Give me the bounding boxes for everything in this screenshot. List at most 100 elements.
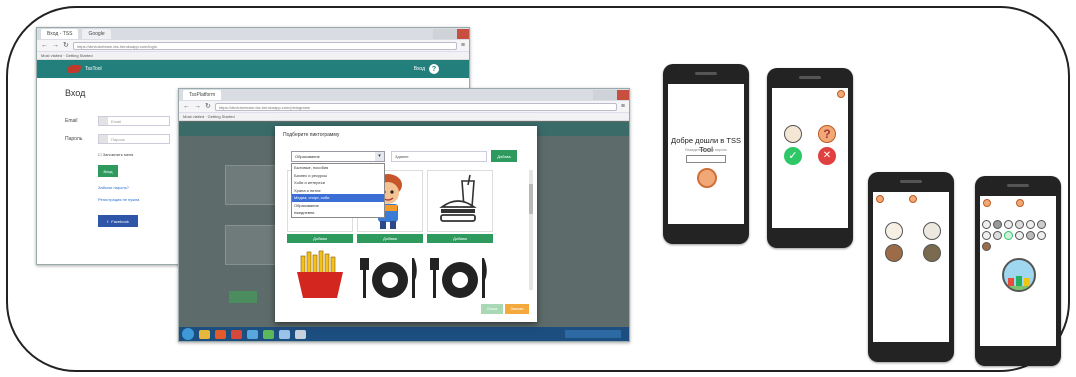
forgot-password-link[interactable]: Забыли пароль? (98, 185, 170, 191)
forward-arrow-icon[interactable]: → (52, 42, 59, 50)
chevron-down-icon[interactable]: ▾ (375, 152, 384, 161)
pictogram-card-food[interactable] (427, 170, 493, 232)
password-row: Пароль Пароль (65, 134, 170, 144)
minimize-icon[interactable] (593, 90, 605, 100)
background-button (229, 291, 257, 303)
dropdown-option[interactable]: Храна и питие (292, 187, 384, 195)
dropdown-option[interactable]: Бытовые, пособия (292, 164, 384, 172)
phone-speaker (1007, 184, 1029, 187)
phone-speaker (799, 76, 821, 79)
category-select[interactable]: Образование ▾ (291, 151, 385, 162)
phone-screen: ? ✓ ✕ (772, 88, 848, 228)
tab-google[interactable]: Google (82, 29, 111, 39)
tab-platform[interactable]: TssPlatform (183, 90, 222, 100)
windows-taskbar (179, 327, 629, 341)
email-label: Email (65, 118, 78, 124)
bookmarks-bar-2: Most visited · Getting Started (179, 113, 629, 121)
start-icon[interactable] (182, 328, 194, 340)
back-arrow-icon[interactable]: ← (183, 103, 190, 111)
app-icon[interactable] (295, 329, 306, 339)
search-input[interactable]: Здание (391, 151, 487, 162)
register-link[interactable]: Регистрация не нужна (98, 197, 170, 203)
back-icon[interactable] (876, 195, 884, 203)
password-label: Пароль (65, 136, 83, 142)
phone-answer: ? ✓ ✕ (767, 68, 853, 248)
password-field[interactable]: Пароль (98, 134, 170, 144)
email-row: Email Email (65, 116, 170, 126)
dropdown-option[interactable]: Образование (292, 202, 384, 210)
dropdown-option-selected[interactable]: Медиа, спорт, хоби (292, 194, 384, 202)
settings-icon[interactable] (837, 90, 845, 98)
forward-arrow-icon[interactable]: → (194, 103, 201, 111)
login-circle-button[interactable] (697, 168, 717, 188)
dropdown-option[interactable]: Хоби и интереси (292, 179, 384, 187)
reload-icon[interactable]: ↻ (205, 103, 211, 111)
pictogram-icon[interactable] (923, 244, 941, 262)
minimize-icon[interactable] (433, 29, 445, 39)
back-icon[interactable] (983, 199, 991, 207)
close-icon[interactable] (617, 90, 629, 100)
window-controls (433, 29, 469, 39)
password-input[interactable] (686, 155, 726, 163)
address-bar-2: ← → ↻ https://devtutorteam-tss.herokuapp… (179, 101, 629, 113)
selected-pictogram-icon[interactable] (1002, 258, 1036, 292)
pictogram-sequence (982, 220, 1054, 251)
check-icon[interactable]: ✓ (784, 147, 802, 165)
dropdown-option[interactable]: ежедневни (292, 209, 384, 217)
menu-icon[interactable]: ≡ (461, 42, 465, 50)
phone-screen (980, 196, 1056, 346)
app-header: TssTool Вход ? (37, 60, 469, 78)
email-field[interactable]: Email (98, 116, 170, 126)
app-icon[interactable] (231, 329, 242, 339)
pictogram-icon[interactable] (885, 244, 903, 262)
add-pictogram-button[interactable]: Добави (427, 234, 493, 243)
background-image-placeholder (225, 165, 277, 205)
dropdown-option[interactable]: Бизнес и ресурсы (292, 172, 384, 180)
scrollbar[interactable] (529, 170, 533, 290)
question-icon[interactable]: ? (818, 125, 836, 143)
pictogram-icon[interactable] (885, 222, 903, 240)
phone-pictogram-grid (868, 172, 954, 362)
save-button[interactable]: Запази (505, 304, 529, 314)
plate-cutlery-pictogram-icon (360, 258, 417, 298)
pictogram-card-fries[interactable] (287, 250, 353, 302)
pictogram-card-plate[interactable] (427, 250, 493, 302)
settings-icon[interactable] (909, 195, 917, 203)
search-button[interactable]: Добавь (491, 150, 517, 162)
app-icon[interactable] (247, 329, 258, 339)
add-pictogram-button[interactable]: Добави (357, 234, 423, 243)
facebook-login-button[interactable]: f Facebook (98, 215, 138, 227)
cross-icon[interactable]: ✕ (818, 147, 836, 165)
help-icon[interactable]: ? (429, 64, 439, 74)
picto-browser-window: TssPlatform ← → ↻ https://devtutorteam-t… (178, 88, 630, 342)
remember-checkbox[interactable]: ☐ Запомнить меня (98, 152, 170, 157)
pictogram-card-plate[interactable] (357, 250, 423, 302)
settings-icon[interactable] (1016, 199, 1024, 207)
back-arrow-icon[interactable]: ← (41, 42, 48, 50)
url-input[interactable]: https://devtutorteam-tss.herokuapp.com/l… (72, 41, 457, 50)
menu-icon[interactable]: ≡ (621, 103, 625, 111)
maximize-icon[interactable] (445, 29, 457, 39)
folder-icon[interactable] (199, 329, 210, 339)
phone-welcome: Добре дошли в TSS Tool Въведете вашата п… (663, 64, 749, 244)
reload-icon[interactable]: ↻ (63, 42, 69, 50)
firefox-icon[interactable] (215, 329, 226, 339)
fries-pictogram-icon (297, 250, 343, 298)
app-icon[interactable] (279, 329, 290, 339)
phone-speaker (695, 72, 717, 75)
cancel-button[interactable]: Отказ (481, 304, 503, 314)
pictogram-icon[interactable] (923, 222, 941, 240)
person-pictogram-icon[interactable] (784, 125, 802, 143)
close-icon[interactable] (457, 29, 469, 39)
system-tray (565, 330, 621, 338)
login-form: Вход Email Email Пароль Пароль ☐ Запомни… (65, 88, 170, 227)
tab-login[interactable]: Вход - TSS (41, 29, 79, 39)
header-user-label[interactable]: Вход (414, 66, 425, 72)
app-icon[interactable] (263, 329, 274, 339)
facebook-icon: f (107, 218, 109, 224)
add-pictogram-button[interactable]: Добави (287, 234, 353, 243)
address-bar: ← → ↻ https://devtutorteam-tss.herokuapp… (37, 40, 469, 52)
maximize-icon[interactable] (605, 90, 617, 100)
url-input-2[interactable]: https://devtutorteam-tss.herokuapp.com/p… (214, 102, 617, 111)
login-button[interactable]: Вход (98, 165, 118, 177)
